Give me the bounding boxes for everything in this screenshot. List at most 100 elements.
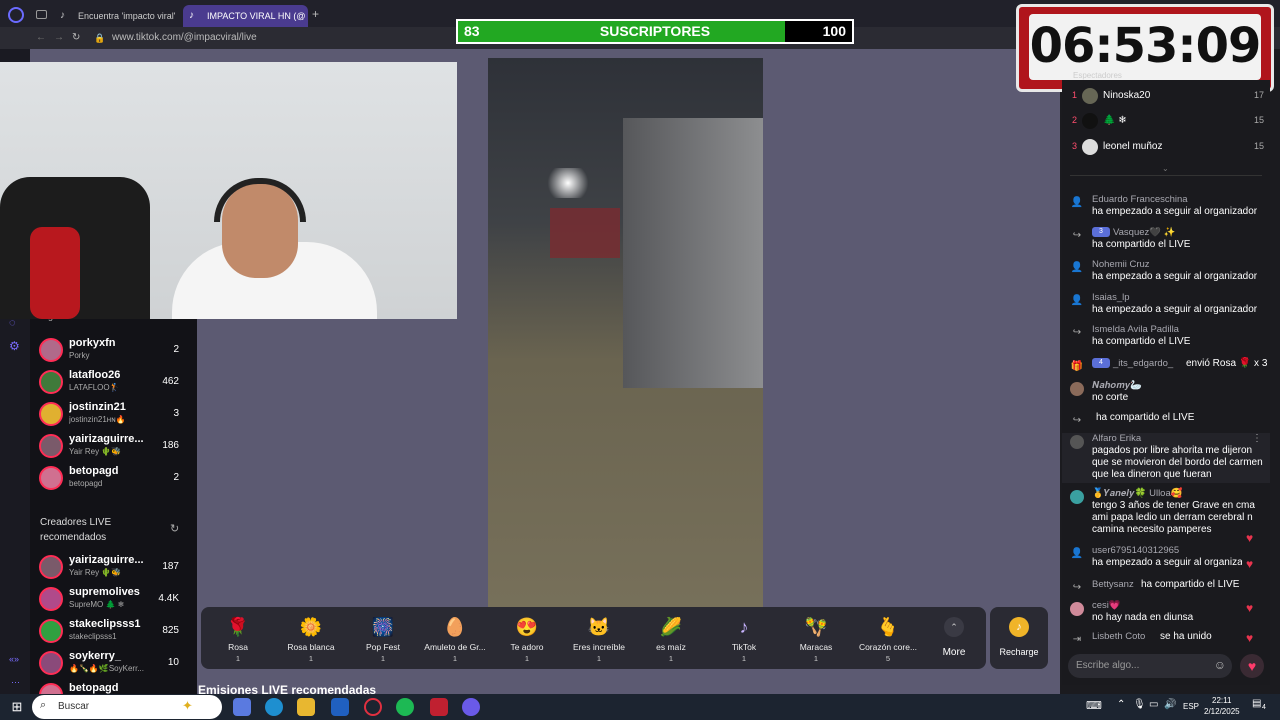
settings-icon[interactable]: ⚙ (9, 339, 20, 353)
more-icon[interactable]: ⋯ (11, 677, 20, 688)
gift-item[interactable]: 🎆 Pop Fest 1 (347, 607, 419, 669)
chat-username[interactable]: 𝑵𝒂𝒉𝒐𝒎𝒚🦢 (1092, 380, 1142, 391)
gift-price: 1 (668, 654, 674, 663)
live-video[interactable] (488, 58, 763, 608)
expand-leaderboard-icon[interactable]: ⌄ (1162, 164, 1169, 173)
sidebar-item-recommended[interactable]: stakeclipsss1 stakeclipsss1 825 (30, 616, 197, 648)
url-field[interactable]: www.tiktok.com/@impacviral/live (112, 27, 257, 49)
chat-username[interactable]: Vasquez🖤 ✨ (1113, 227, 1176, 238)
network-icon[interactable]: ▭ (1149, 699, 1158, 710)
gift-item[interactable]: 🌼 Rosa blanca 1 (275, 607, 347, 669)
sidebar-item-following[interactable]: porkyxfn Porky 2 (30, 335, 197, 367)
browser-menu-icon[interactable] (8, 7, 24, 23)
gift-item[interactable]: 🌽 es maíz 1 (635, 607, 707, 669)
chat-text: ha empezado a seguir al organizador (1092, 271, 1258, 282)
chat-username[interactable]: 🥇𝒀𝒂𝒏𝒆𝒍𝒚🍀 Ulloa🥰 (1092, 488, 1183, 499)
gift-item[interactable]: 🥚 Amuleto de Gr... 1 (419, 607, 491, 669)
subscriber-goal: 100 (822, 23, 846, 39)
avatar (1070, 490, 1084, 504)
file-explorer-icon[interactable] (297, 698, 315, 716)
back-icon[interactable]: ← (36, 27, 46, 49)
chat-username[interactable]: _its_edgardo_ (1113, 358, 1173, 369)
follow-icon: 👤 (1070, 197, 1084, 208)
app-icon[interactable] (430, 698, 448, 716)
gift-item[interactable]: 🌹 Rosa 1 (202, 607, 274, 669)
copilot-icon[interactable] (233, 698, 251, 716)
gift-name: es maíz (656, 642, 686, 652)
level-badge: 3 (1092, 227, 1110, 237)
chat-username[interactable]: Eduardo Franceschina (1092, 194, 1188, 205)
avatar (39, 587, 63, 611)
clock-time[interactable]: 22:11 (1212, 696, 1231, 705)
avatar (1070, 382, 1084, 396)
subscriber-label: SUSCRIPTORES (599, 23, 711, 39)
chat-username[interactable]: Lisbeth Coto (1092, 631, 1145, 642)
gift-item[interactable]: 🐱 Eres increíble 1 (563, 607, 635, 669)
chat-username[interactable]: cesi💗 (1092, 600, 1121, 611)
creator-nickname: Yair Rey 🌵🐝 (69, 447, 122, 456)
follow-icon: 👤 (1070, 548, 1084, 559)
sidebar-item-following[interactable]: jostinzin21 jostinzin21ʜɴ🔥 3 (30, 399, 197, 431)
volume-icon[interactable]: 🔊 (1164, 699, 1176, 710)
chat-input[interactable]: Escribe algo... ☺ (1068, 654, 1232, 678)
sidebar-item-following[interactable]: betopagd betopagd 2 (30, 463, 197, 495)
follow-icon: 👤 (1070, 262, 1084, 273)
share-icon: ↪ (1072, 230, 1082, 241)
chat-message: ↪ 3 Vasquez🖤 ✨ ha compartido el LIVE (1062, 227, 1270, 255)
sidebar-item-recommended[interactable]: yairizaguirre... Yair Rey 🌵🐝 187 (30, 552, 197, 584)
sidebar-item-recommended[interactable]: supremolives SupreMO 🌲 ❄ 4.4K (30, 584, 197, 616)
recharge-label: Recharge (999, 647, 1039, 657)
new-tab-button[interactable]: + (312, 7, 319, 21)
sidebar-item-following[interactable]: yairizaguirre... Yair Rey 🌵🐝 186 (30, 431, 197, 463)
refresh-icon[interactable]: ↻ (170, 522, 179, 535)
clock-date[interactable]: 2/12/2025 (1204, 707, 1240, 716)
chat-username[interactable]: Bettysanz (1092, 579, 1134, 590)
recharge-button[interactable]: ♪ Recharge (990, 607, 1048, 669)
language-indicator[interactable]: ESP (1183, 702, 1199, 711)
windows-start-icon[interactable]: ⊞ (8, 698, 26, 716)
sidebar-item-following[interactable]: latafloo26 LATAFLOO🏌 462 (30, 367, 197, 399)
leaderboard-row[interactable]: 2 🌲 ❄ 15 (1062, 113, 1270, 131)
chat-username[interactable]: Isaias_lp (1092, 292, 1130, 303)
chat-message: ⇥ Lisbeth Coto se ha unido (1062, 631, 1270, 647)
leaderboard-row[interactable]: 1 Ninoska20 17 (1062, 88, 1270, 106)
gift-item[interactable]: 🫰 Corazón core... 5 (852, 607, 924, 669)
notification-icon[interactable]: ▤ 4 (1252, 698, 1270, 714)
chat-message: ↪ ha compartido el LIVE (1062, 412, 1270, 428)
chat-username[interactable]: Ismelda Avila Padilla (1092, 324, 1179, 335)
leaderboard-row[interactable]: 3 leonel muñoz 15 (1062, 139, 1270, 157)
emoji-icon[interactable]: ☺ (1214, 658, 1226, 672)
tab-impacto-viral[interactable]: ♪ IMPACTO VIRAL HN (@ (183, 5, 308, 27)
like-button[interactable]: ♥ (1240, 654, 1264, 678)
mail-icon[interactable] (331, 698, 349, 716)
message-options-icon[interactable]: ⋮ (1252, 433, 1262, 444)
tray-chevron-icon[interactable]: ⌃ (1117, 699, 1125, 710)
chat-username[interactable]: Nohemii Cruz (1092, 259, 1150, 270)
webcam-overlay (0, 62, 457, 319)
discord-icon[interactable] (462, 698, 480, 716)
workspace-icon[interactable] (36, 10, 47, 19)
gift-item[interactable]: 😍 Te adoro 1 (491, 607, 563, 669)
taskbar-search[interactable]: ⌕ Buscar ✦ (32, 695, 222, 719)
tiktok-icon: ♪ (189, 10, 194, 21)
reload-icon[interactable]: ↻ (72, 27, 80, 49)
gift-bar: 🌹 Rosa 1 🌼 Rosa blanca 1 🎆 Pop Fest 1 🥚 … (201, 607, 986, 669)
spotify-icon[interactable] (396, 698, 414, 716)
chat-message: 👤 Nohemii Cruz ha empezado a seguir al o… (1062, 259, 1270, 287)
opera-gx-icon[interactable] (364, 698, 382, 716)
street-light (543, 168, 593, 198)
chat-username[interactable]: user6795140312965 (1092, 545, 1179, 556)
gift-item[interactable]: 🪇 Maracas 1 (780, 607, 852, 669)
more-gifts-button[interactable]: ⌃ More (931, 615, 977, 665)
chat-message: 👤 Isaias_lp ha empezado a seguir al orga… (1062, 292, 1270, 320)
edge-icon[interactable] (265, 698, 283, 716)
gift-price: 1 (235, 654, 241, 663)
collapse-icon[interactable]: «» (9, 654, 19, 664)
gift-price: 1 (596, 654, 602, 663)
gift-item[interactable]: ♪ TikTok 1 (708, 607, 780, 669)
chat-username[interactable]: Alfaro Erika (1092, 433, 1141, 444)
forward-icon[interactable]: → (54, 27, 64, 49)
sidebar-item-recommended[interactable]: soykerry_ 🔥🍾🔥🌿SoyKerr... 10 (30, 648, 197, 680)
tab-encuentra[interactable]: ♪ Encuentra 'impacto viral' (54, 5, 179, 27)
keyboard-icon[interactable]: ⌨ (1086, 699, 1102, 712)
